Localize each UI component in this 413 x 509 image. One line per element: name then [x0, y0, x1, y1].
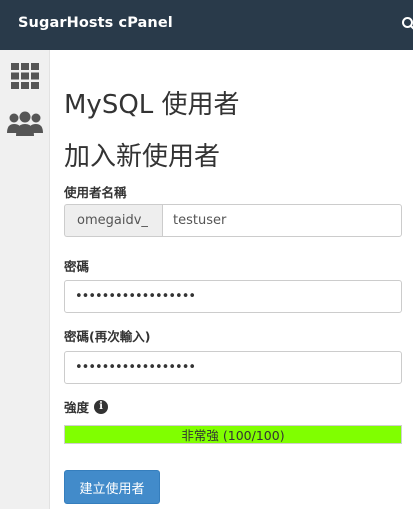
- search-icon: [402, 17, 413, 30]
- password-again-input[interactable]: [64, 351, 402, 384]
- search-button[interactable]: [399, 12, 413, 34]
- users-icon: [7, 111, 43, 136]
- sidebar-item-users[interactable]: [0, 102, 50, 146]
- page-title: MySQL 使用者: [64, 90, 240, 120]
- password-label: 密碼: [64, 259, 90, 274]
- top-bar: SugarHosts cPanel: [0, 0, 413, 50]
- password-again-label: 密碼(再次輸入): [64, 329, 151, 344]
- info-icon[interactable]: i: [94, 399, 109, 414]
- username-input[interactable]: [162, 204, 402, 237]
- section-title: 加入新使用者: [64, 142, 221, 172]
- strength-text: 非常強 (100/100): [181, 428, 285, 443]
- strength-label-row: 強度 i: [64, 397, 109, 416]
- grid-icon: [11, 63, 39, 89]
- brand-logo[interactable]: SugarHosts cPanel: [18, 15, 173, 31]
- password-input[interactable]: [64, 280, 402, 313]
- username-group: omegaidv_: [64, 204, 402, 237]
- username-label: 使用者名稱: [64, 185, 127, 200]
- sidebar: [0, 50, 50, 509]
- username-prefix: omegaidv_: [64, 204, 162, 237]
- create-user-button[interactable]: 建立使用者: [64, 470, 160, 504]
- sidebar-item-home[interactable]: [0, 54, 50, 98]
- strength-label: 強度: [64, 400, 90, 415]
- password-strength-meter: 非常強 (100/100): [64, 425, 402, 444]
